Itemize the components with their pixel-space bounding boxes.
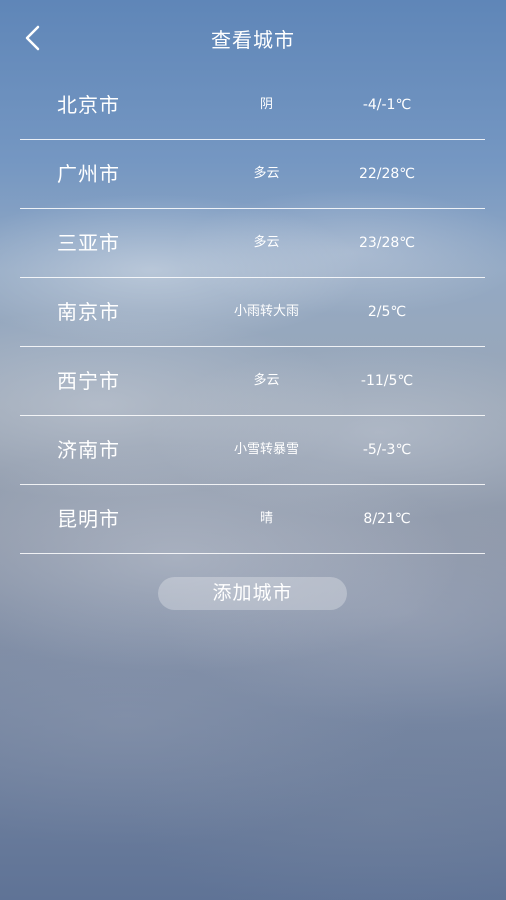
city-temperature: -5/-3℃ [362,442,412,458]
city-temperature: -4/-1℃ [362,97,412,113]
city-row[interactable]: 南京市 小雨转大雨 2/5℃ [20,278,485,347]
city-weather: 小雨转大雨 [233,304,299,319]
city-name: 西宁市 [57,369,120,393]
city-row[interactable]: 北京市 阴 -4/-1℃ [20,71,485,140]
city-weather: 晴 [259,511,273,526]
city-temperature: 23/28℃ [358,235,416,251]
page-title: 查看城市 [211,28,295,52]
city-temperature: 2/5℃ [367,304,407,320]
city-row[interactable]: 西宁市 多云 -11/5℃ [20,347,485,416]
city-weather: 多云 [253,373,280,388]
city-name: 昆明市 [57,507,120,531]
city-row[interactable]: 昆明市 晴 8/21℃ [20,485,485,554]
city-name: 济南市 [57,438,120,462]
city-temperature: 8/21℃ [363,511,411,527]
city-temperature: 22/28℃ [358,166,416,182]
city-temperature: -11/5℃ [360,373,414,389]
city-weather: 小雪转暴雪 [233,442,299,457]
city-name: 广州市 [57,162,120,186]
city-weather: 多云 [253,235,280,250]
city-weather: 多云 [253,166,280,181]
city-name: 北京市 [57,93,120,117]
city-name: 三亚市 [57,231,120,255]
city-name: 南京市 [57,300,120,324]
city-weather: 阴 [259,97,273,112]
city-row[interactable]: 济南市 小雪转暴雪 -5/-3℃ [20,416,485,485]
top-bar: 查看城市 [0,0,506,80]
city-list: 北京市 阴 -4/-1℃ 广州市 多云 22/28℃ 三亚市 多云 23/28℃… [20,71,485,554]
city-row[interactable]: 三亚市 多云 23/28℃ [20,209,485,278]
add-city-button[interactable]: 添加城市 [158,577,347,610]
city-row[interactable]: 广州市 多云 22/28℃ [20,140,485,209]
